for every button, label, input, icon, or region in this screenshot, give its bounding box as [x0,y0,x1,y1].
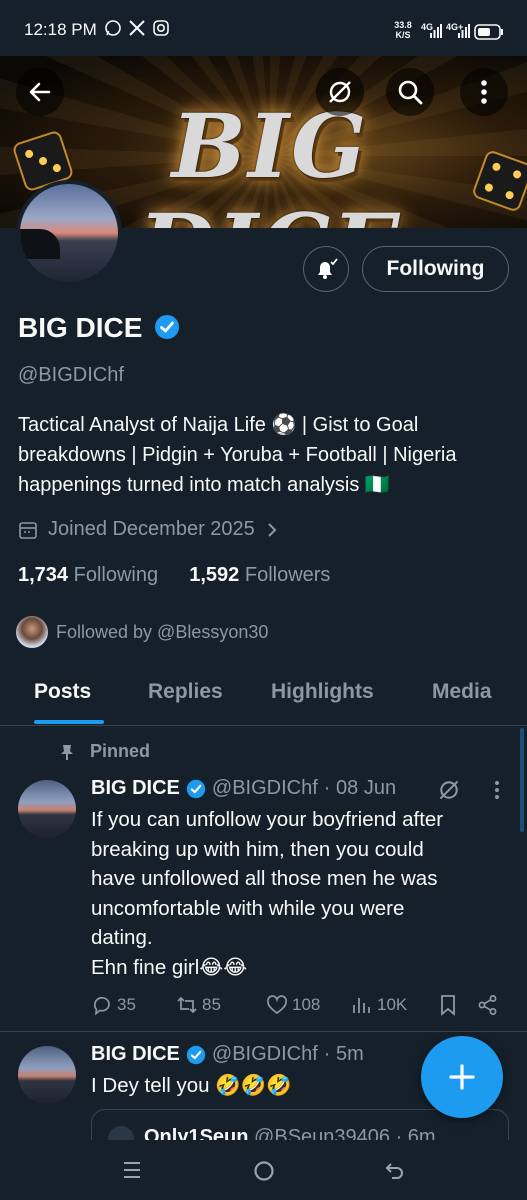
status-time: 12:18 PM [24,20,97,39]
profile-tabs: Posts Replies Highlights Media [0,668,527,726]
search-icon [398,80,423,105]
tab-media[interactable]: Media [432,680,492,704]
tweet-author-handle[interactable]: @BIGDIChf [212,1043,318,1066]
joined-text: Joined December 2025 [48,518,255,540]
x-icon [129,20,145,36]
grok-button[interactable] [316,68,364,116]
followed-by-text: Followed by @Blessyon30 [56,621,269,642]
signal-icon-2 [458,24,470,38]
tweet-header: BIG DICE @BIGDIChf · 5m [91,1043,364,1066]
status-bar: 12:18 PM 33.8 K/S 4G 4G+ [0,0,527,56]
more-vertical-icon[interactable] [494,780,500,800]
tweet-time[interactable]: · 08 Jun [324,777,396,800]
like-button[interactable]: 108 [266,994,320,1016]
following-button[interactable]: Following [362,246,509,292]
tweet-time[interactable]: · 5m [324,1043,364,1066]
system-nav-bar [0,1140,527,1200]
follower-avatar [14,614,50,650]
scroll-indicator[interactable] [520,728,524,832]
search-button[interactable] [386,68,434,116]
tweet-author-name[interactable]: BIG DICE [91,777,180,800]
active-tab-indicator [34,720,104,724]
bookmark-icon[interactable] [437,994,459,1016]
instagram-icon [153,20,169,36]
heart-icon [266,995,288,1015]
avatar-trees [20,229,60,259]
more-vertical-icon [481,80,487,104]
views-button[interactable]: 10K [351,994,407,1016]
banner-title: BIG DICE [139,94,400,228]
tweet-text: If you can unfollow your boyfriend after… [91,808,444,979]
tweet-author-name[interactable]: BIG DICE [91,1043,180,1066]
following-link[interactable]: 1,734 Following [18,564,158,586]
verified-badge-icon [155,315,180,339]
back-button[interactable] [16,68,64,116]
bell-check-icon [318,258,338,279]
tweet-author-handle[interactable]: @BIGDIChf [212,777,318,800]
grok-icon [329,81,351,103]
reply-icon [94,996,110,1016]
tab-replies[interactable]: Replies [148,680,223,704]
followers-link[interactable]: 1,592 Followers [189,564,330,586]
home-icon[interactable] [253,1160,275,1182]
tab-posts[interactable]: Posts [34,680,91,704]
tweet-divider [0,1031,527,1032]
profile-bio: Tactical Analyst of Naija Life ⚽ | Gist … [18,414,457,496]
compose-button[interactable] [421,1036,503,1118]
profile-name: BIG DICE [18,312,180,344]
followed-by[interactable]: Followed by @Blessyon30 [14,614,268,650]
signal-icon [430,24,442,38]
views-icon [353,998,370,1013]
arrow-left-icon [29,82,51,102]
repost-icon [177,996,197,1014]
back-nav-icon[interactable] [384,1160,406,1182]
pinned-label: Pinned [58,741,150,762]
profile-avatar[interactable] [16,180,122,286]
profile-handle: @BIGDIChf [18,364,124,386]
more-options-button[interactable] [460,68,508,116]
joined-date[interactable]: Joined December 2025 [18,518,279,541]
network-speed: 33.8 K/S [394,20,412,40]
tweet-avatar[interactable] [18,780,76,838]
calendar-icon [19,521,37,539]
whatsapp-icon [105,20,121,36]
repost-button[interactable]: 85 [176,994,221,1016]
notifications-button[interactable] [303,246,349,292]
reply-button[interactable]: 35 [91,994,136,1016]
recent-apps-icon[interactable] [122,1160,142,1180]
verified-badge-icon [186,1045,206,1064]
share-icon[interactable] [477,994,499,1016]
tweet-header: BIG DICE @BIGDIChf · 08 Jun [91,777,396,800]
chevron-right-icon [268,522,277,537]
grok-icon[interactable] [437,778,461,802]
profile-name-text: BIG DICE [18,312,143,343]
follow-stats: 1,734 Following 1,592 Followers [18,564,330,587]
battery-icon [474,24,503,40]
plus-icon [449,1064,475,1090]
pin-icon [61,744,73,760]
tweet-avatar[interactable] [18,1046,76,1104]
verified-badge-icon [186,779,206,798]
tab-highlights[interactable]: Highlights [271,680,374,704]
